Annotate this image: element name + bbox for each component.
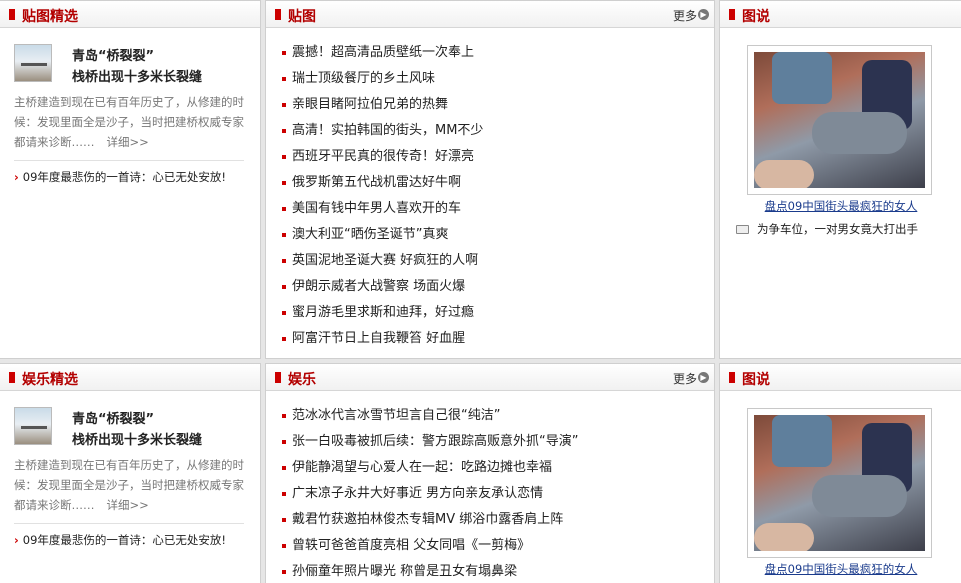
list-item[interactable]: 美国有钱中年男人喜欢开的车 (282, 196, 483, 222)
feature-title-line1[interactable]: 青岛“桥裂裂” (72, 408, 154, 427)
section-marker-icon (275, 9, 281, 20)
section-marker-icon (9, 9, 15, 20)
list-item[interactable]: 阿富汗节日上自我鞭笞 好血腥 (282, 326, 483, 352)
feature-title-line1[interactable]: 青岛“桥裂裂” (72, 45, 154, 64)
list-item[interactable]: 伊能静渴望与心爱人在一起：吃路边摊也幸福 (282, 455, 578, 481)
list-item[interactable]: 戴君竹获邀拍林俊杰专辑MV 绑浴巾露香肩上阵 (282, 507, 578, 533)
photo-story-link-text: 为争车位，一对男女竟大打出手 (757, 222, 918, 236)
list-item[interactable]: 范冰冰代言冰雪节坦言自己很“纯洁” (282, 403, 578, 429)
list-item[interactable]: 广末凉子永井大好事近 男方向亲友承认恋情 (282, 481, 578, 507)
feature-detail-link[interactable]: 详细>> (107, 135, 149, 149)
list-item[interactable]: 孙俪童年照片曝光 称曾是丑女有塌鼻梁 (282, 559, 578, 583)
photo-caption-link[interactable]: 盘点09中国街头最疯狂的女人 (720, 198, 961, 214)
panel-title: 贴图精选 (22, 9, 78, 25)
more-arrow-icon[interactable]: ▶ (698, 9, 709, 20)
list-item[interactable]: 高清！实拍韩国的街头，MM不少 (282, 118, 483, 144)
panel-photo-story-2: 图说 盘点09中国街头最疯狂的女人 (719, 363, 961, 583)
list-item[interactable]: 蜜月游毛里求斯和迪拜，好过瘾 (282, 300, 483, 326)
panel-featured-entertainment: 娱乐精选 青岛“桥裂裂” 栈桥出现十多米长裂缝 主桥建造到现在已有百年历史了，从… (0, 363, 261, 583)
photo-caption-link[interactable]: 盘点09中国街头最疯狂的女人 (720, 561, 961, 577)
panel-entertainment: 娱乐 更多 ▶ 范冰冰代言冰雪节坦言自己很“纯洁” 张一白吸毒被抓后续：警方跟踪… (265, 363, 715, 583)
more-arrow-icon[interactable]: ▶ (698, 372, 709, 383)
photo-image (754, 52, 925, 188)
panel-header: 图说 (720, 1, 961, 28)
feature-thumbnail[interactable] (14, 407, 52, 445)
news-list: 震撼！超高清品质壁纸一次奉上 瑞士顶级餐厅的乡土风味 亲眼目睹阿拉伯兄弟的热舞 … (282, 40, 483, 352)
section-marker-icon (729, 372, 735, 383)
list-item[interactable]: 俄罗斯第五代战机雷达好牛啊 (282, 170, 483, 196)
feature-description: 主桥建造到现在已有百年历史了，从修建的时候：发现里面全是沙子，当时把建桥权威专家… (14, 92, 246, 152)
panel-header: 贴图 更多 ▶ (266, 1, 714, 28)
panel-title: 图说 (742, 9, 770, 25)
feature-detail-link[interactable]: 详细>> (107, 498, 149, 512)
list-item[interactable]: 伊朗示威者大战警察 场面火爆 (282, 274, 483, 300)
list-item[interactable]: 瑞士顶级餐厅的乡土风味 (282, 66, 483, 92)
panel-header: 贴图精选 (0, 1, 260, 28)
panel-title: 娱乐精选 (22, 372, 78, 388)
list-item[interactable]: 亲眼目睹阿拉伯兄弟的热舞 (282, 92, 483, 118)
feature-title-line2[interactable]: 栈桥出现十多米长裂缝 (72, 66, 202, 85)
section-marker-icon (275, 372, 281, 383)
panel-title: 图说 (742, 372, 770, 388)
feature-thumbnail[interactable] (14, 44, 52, 82)
news-list: 范冰冰代言冰雪节坦言自己很“纯洁” 张一白吸毒被抓后续：警方跟踪高贩意外抓“导演… (282, 403, 578, 583)
more-link[interactable]: 更多 (673, 7, 697, 24)
photo-thumbnail[interactable] (747, 408, 932, 558)
photo-gallery-icon (736, 225, 749, 234)
photo-thumbnail[interactable] (747, 45, 932, 195)
photo-story-link[interactable]: 为争车位，一对男女竟大打出手 (736, 221, 918, 237)
panel-title: 娱乐 (288, 372, 316, 388)
list-item[interactable]: 西班牙平民真的很传奇！好漂亮 (282, 144, 483, 170)
list-item[interactable]: 澳大利亚“晒伤圣诞节”真爽 (282, 222, 483, 248)
feature-link[interactable]: 09年度最悲伤的一首诗：心已无处安放! (14, 169, 226, 185)
list-item[interactable]: 英国泥地圣诞大赛 好疯狂的人啊 (282, 248, 483, 274)
panel-header: 娱乐 更多 ▶ (266, 364, 714, 391)
photo-image (754, 415, 925, 551)
feature-title-line2[interactable]: 栈桥出现十多米长裂缝 (72, 429, 202, 448)
feature-description: 主桥建造到现在已有百年历史了，从修建的时候：发现里面全是沙子，当时把建桥权威专家… (14, 455, 246, 515)
section-marker-icon (729, 9, 735, 20)
panel-header: 图说 (720, 364, 961, 391)
list-item[interactable]: 震撼！超高清品质壁纸一次奉上 (282, 40, 483, 66)
panel-photo-story: 图说 盘点09中国街头最疯狂的女人 为争车位，一对男女竟大打出手 (719, 0, 961, 359)
more-link[interactable]: 更多 (673, 370, 697, 387)
panel-images: 贴图 更多 ▶ 震撼！超高清品质壁纸一次奉上 瑞士顶级餐厅的乡土风味 亲眼目睹阿… (265, 0, 715, 359)
divider (14, 523, 244, 524)
feature-link[interactable]: 09年度最悲伤的一首诗：心已无处安放! (14, 532, 226, 548)
list-item[interactable]: 张一白吸毒被抓后续：警方跟踪高贩意外抓“导演” (282, 429, 578, 455)
divider (14, 160, 244, 161)
section-marker-icon (9, 372, 15, 383)
panel-title: 贴图 (288, 9, 316, 25)
panel-featured-images: 贴图精选 青岛“桥裂裂” 栈桥出现十多米长裂缝 主桥建造到现在已有百年历史了，从… (0, 0, 261, 359)
panel-header: 娱乐精选 (0, 364, 260, 391)
list-item[interactable]: 曾轶可爸爸首度亮相 父女同唱《一剪梅》 (282, 533, 578, 559)
